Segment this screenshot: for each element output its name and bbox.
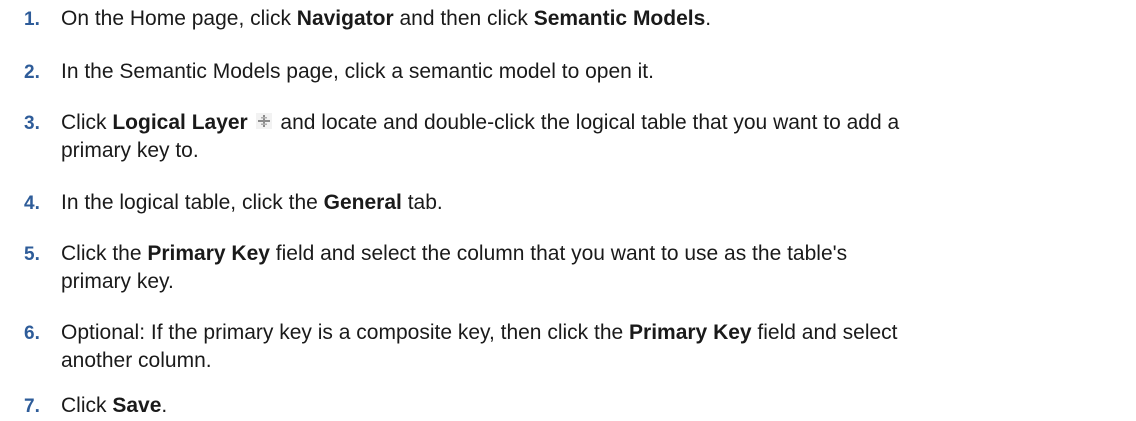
step-text: Click the Primary Key field and select t… bbox=[61, 242, 848, 293]
step-text: In the Semantic Models page, click a sem… bbox=[61, 60, 654, 83]
ui-term-semantic-models: Semantic Models bbox=[533, 7, 706, 30]
step-text: On the Home page, click Navigator and th… bbox=[61, 7, 712, 30]
step-text: In the logical table, click the General … bbox=[61, 191, 443, 214]
step-number: 1. bbox=[24, 9, 40, 30]
ui-term-save: Save bbox=[112, 394, 162, 417]
ui-term-logical-layer: Logical Layer bbox=[112, 111, 248, 134]
step-number: 2. bbox=[24, 62, 40, 83]
ui-term-primary-key: Primary Key bbox=[629, 321, 752, 344]
ui-term-primary-key: Primary Key bbox=[147, 242, 270, 265]
logical-layer-icon bbox=[255, 112, 273, 130]
step-text: Click Save. bbox=[61, 394, 168, 417]
step-text: Click Logical Layer and locate and doubl… bbox=[61, 111, 900, 162]
step-number: 6. bbox=[24, 323, 40, 344]
step-number: 4. bbox=[24, 193, 40, 214]
ui-term-general: General bbox=[323, 191, 402, 214]
step-number: 7. bbox=[24, 396, 40, 417]
ui-term-navigator: Navigator bbox=[296, 7, 394, 30]
step-number: 3. bbox=[24, 113, 40, 134]
step-text: Optional: If the primary key is a compos… bbox=[61, 321, 898, 372]
step-number: 5. bbox=[24, 244, 40, 265]
